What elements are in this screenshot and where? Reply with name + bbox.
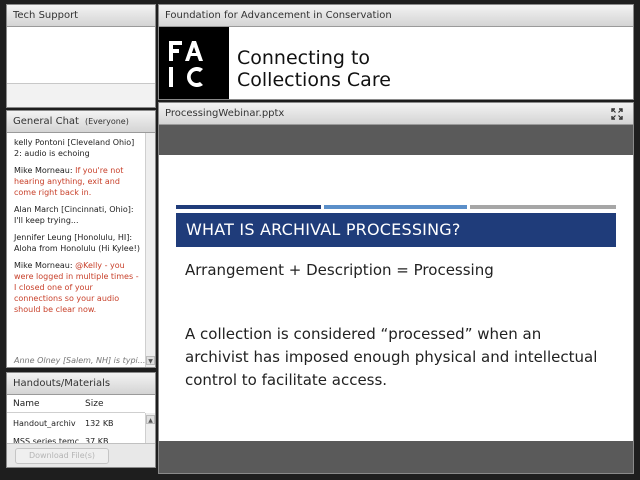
tech-support-title: Tech Support [13, 10, 79, 21]
tagline-line-1: Connecting to [237, 47, 371, 69]
faic-logo [159, 27, 229, 99]
file-name: Handout_archiv [13, 418, 76, 428]
presentation-stage: WHAT IS ARCHIVAL PROCESSING? Arrangement… [159, 125, 633, 473]
scroll-up-icon[interactable]: ▲ [146, 415, 155, 424]
logo-pod: Foundation for Advancement in Conservati… [158, 4, 634, 100]
chat-message: Mike Morneau: If you're not hearing anyt… [14, 165, 143, 198]
chat-title: General Chat [13, 116, 79, 127]
chat-message-sender: Alan March [Cincinnati, Ohio]: [14, 205, 134, 214]
chat-message-text: I'll keep trying... [14, 216, 79, 225]
chat-message: Jennifer Leung [Honolulu, HI]: Aloha fro… [14, 232, 143, 254]
chat-message: Mike Morneau: @Kelly - you were logged i… [14, 260, 143, 315]
slide-accent-bar-dark [176, 205, 321, 209]
slide-title: WHAT IS ARCHIVAL PROCESSING? [176, 213, 616, 247]
handouts-title: Handouts/Materials [13, 378, 111, 389]
handouts-header: Handouts/Materials [7, 373, 155, 395]
general-chat-pod: General Chat (Everyone) kelly Pontoni [C… [6, 110, 156, 368]
tagline-line-2: Collections Care [237, 69, 391, 91]
chat-message: kelly Pontoni [Cleveland Ohio] 2: audio … [14, 137, 143, 159]
logo-pod-header: Foundation for Advancement in Conservati… [159, 5, 633, 27]
chat-message-sender: Mike Morneau: [14, 261, 73, 270]
share-pod-header: ProcessingWebinar.pptx [159, 103, 633, 125]
download-files-button[interactable]: Download File(s) [15, 448, 109, 464]
faic-logo-icon [169, 41, 203, 87]
column-name[interactable]: Name [7, 399, 79, 409]
slide-line-2: A collection is considered “processed” w… [185, 325, 598, 389]
share-file-title: ProcessingWebinar.pptx [165, 108, 285, 119]
chat-message: Alan March [Cincinnati, Ohio]: I'll keep… [14, 204, 143, 226]
chat-messages: kelly Pontoni [Cleveland Ohio] 2: audio … [7, 133, 145, 367]
share-pod: ProcessingWebinar.pptx WHAT IS ARCHIVAL … [158, 102, 634, 474]
chat-audience[interactable]: (Everyone) [85, 117, 129, 126]
fullscreen-icon[interactable] [611, 108, 623, 120]
tagline: Connecting to Collections Care [237, 47, 391, 91]
handouts-pod: Handouts/Materials Name Size Handout_arc… [6, 372, 156, 468]
file-row[interactable]: Handout_archiv 132 KB [7, 415, 145, 431]
chat-message-sender: Jennifer Leung [Honolulu, HI]: [14, 233, 133, 242]
typing-indicator: Anne Olney [Salem, NH] is typi... [14, 356, 146, 365]
slide-accent-bar-light [324, 205, 467, 209]
file-size: 132 KB [85, 418, 114, 428]
chat-message-text: Aloha from Honolulu (Hi Kylee!) [14, 244, 140, 253]
tech-support-pod: Tech Support [6, 4, 156, 108]
handouts-button-bar: Download File(s) [7, 443, 155, 467]
tech-support-header: Tech Support [7, 5, 155, 27]
chat-message-sender: Mike Morneau: [14, 166, 73, 175]
slide-accent-bar-gray [470, 205, 616, 209]
slide: WHAT IS ARCHIVAL PROCESSING? Arrangement… [159, 155, 633, 441]
handouts-column-headers: Name Size [7, 395, 145, 413]
organization-title: Foundation for Advancement in Conservati… [165, 10, 392, 21]
column-size[interactable]: Size [79, 399, 135, 409]
chat-message-text: audio is echoing [21, 149, 90, 158]
handouts-scrollbar[interactable]: ▲ [145, 413, 155, 443]
scroll-down-icon[interactable]: ▼ [146, 356, 155, 365]
tech-support-input[interactable] [7, 83, 155, 107]
slide-line-1: Arrangement + Description = Processing [185, 261, 494, 279]
chat-scrollbar[interactable]: ▼ [145, 133, 155, 367]
chat-header: General Chat (Everyone) [7, 111, 155, 133]
